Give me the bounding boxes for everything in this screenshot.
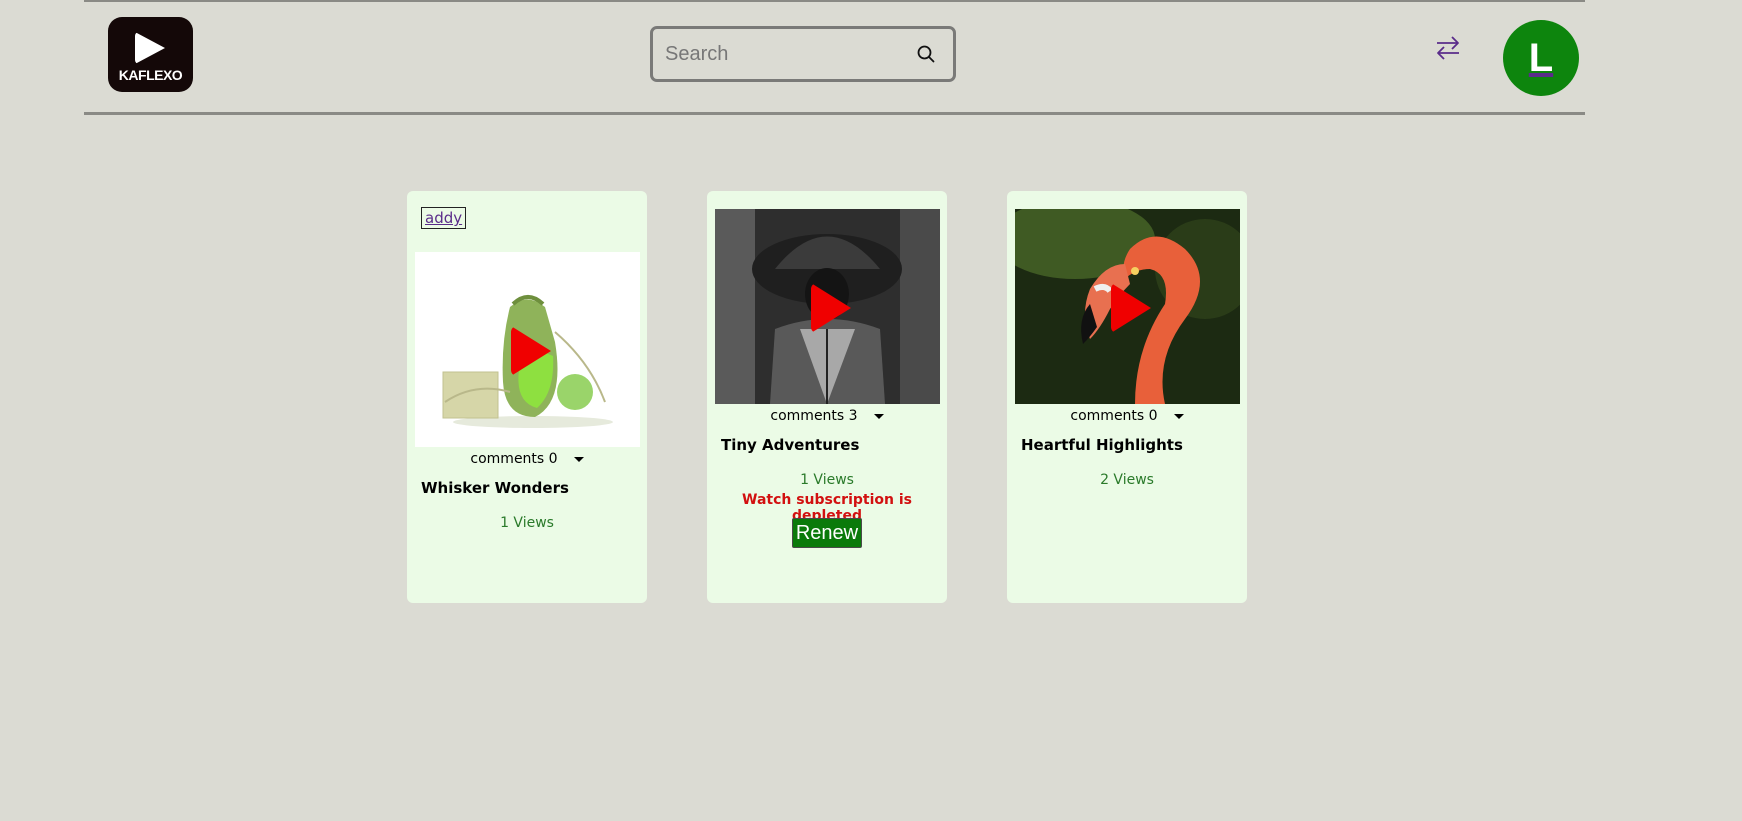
video-card: comments 0 Heartful Highlights 2 Views xyxy=(1007,191,1247,603)
caret-down-icon xyxy=(573,456,584,462)
user-avatar[interactable]: L xyxy=(1503,20,1579,96)
video-thumbnail[interactable] xyxy=(415,252,640,447)
comments-label: comments 0 xyxy=(470,451,558,467)
video-thumbnail[interactable] xyxy=(715,209,940,404)
search-icon[interactable] xyxy=(917,45,935,63)
comments-toggle[interactable]: comments 3 xyxy=(707,408,947,424)
swap-arrows-icon[interactable] xyxy=(1435,35,1461,61)
owner-link[interactable]: addy xyxy=(421,207,467,229)
comments-toggle[interactable]: comments 0 xyxy=(407,451,647,467)
video-title: Tiny Adventures xyxy=(721,436,860,454)
play-icon xyxy=(1111,283,1151,333)
search-box xyxy=(650,26,956,82)
search-input[interactable] xyxy=(663,37,897,71)
caret-down-icon xyxy=(873,413,884,419)
logo-play-icon xyxy=(135,32,165,64)
header-bar: KAFLEXO L xyxy=(84,2,1585,115)
comments-toggle[interactable]: comments 0 xyxy=(1007,408,1247,424)
logo-text: KAFLEXO xyxy=(118,67,183,83)
video-title: Whisker Wonders xyxy=(421,479,569,497)
comments-label: comments 0 xyxy=(1070,408,1158,424)
play-icon xyxy=(511,326,551,376)
video-card: addy comments 0 Whisker Wonders 1 Views xyxy=(407,191,647,603)
video-card: comments 3 Tiny Adventures 1 Views Watch… xyxy=(707,191,947,603)
play-icon xyxy=(811,283,851,333)
app-logo[interactable]: KAFLEXO xyxy=(108,17,193,92)
caret-down-icon xyxy=(1173,413,1184,419)
comments-label: comments 3 xyxy=(770,408,858,424)
video-thumbnail[interactable] xyxy=(1015,209,1240,404)
view-count: 1 Views xyxy=(800,472,854,488)
renew-button[interactable]: Renew xyxy=(792,518,862,548)
view-count: 1 Views xyxy=(500,515,554,531)
video-title: Heartful Highlights xyxy=(1021,436,1183,454)
view-count: 2 Views xyxy=(1100,472,1154,488)
